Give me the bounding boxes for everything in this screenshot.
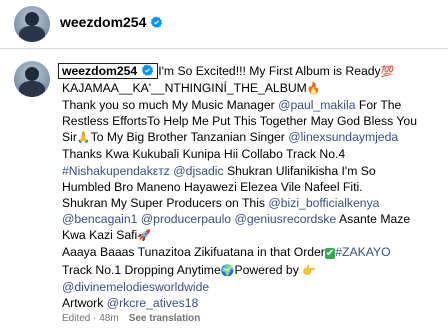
caption-line-14: Artwork @rkcre_atives18 — [62, 295, 442, 311]
caption-fragment: Restless EffortsTo Help Me Put This Toge… — [62, 114, 417, 129]
post-author: weezdom254 — [60, 14, 163, 30]
caption-fragment: Kwa Kazi Safi — [62, 227, 138, 242]
caption-fragment: Aaaya Baaas Tunazitoa Zikifuatana in tha… — [62, 245, 325, 260]
emoji-icon: 🚀 — [137, 228, 151, 242]
emoji-icon: ✔ — [324, 248, 336, 260]
caption-line-11: Aaaya Baaas Tunazitoa Zikifuatana in tha… — [62, 244, 442, 262]
caption-fragment: Track No.1 Dropping Anytime — [62, 263, 221, 278]
emoji-icon: 🌍 — [220, 264, 235, 278]
emoji-icon: 👉 — [302, 264, 316, 278]
caption-line-8: Shukran My Super Producers on This @bizi… — [62, 195, 442, 211]
mention-link[interactable]: @rkcre_atives18 — [107, 296, 199, 310]
caption-comment: weezdom254 I'm So Excited!!! My First Alb… — [0, 49, 448, 328]
caption-fragment: Artwork — [62, 296, 107, 311]
avatar[interactable] — [14, 61, 50, 97]
avatar[interactable] — [14, 6, 50, 42]
emoji-icon: 🙏 — [76, 131, 91, 145]
caption-fragment: Thanks Kwa Kukubali Kunipa Hii Collabo T… — [62, 147, 346, 162]
caption-fragment: Powered by — [234, 263, 303, 278]
caption-line-13: @divinemelodiesworldwide — [62, 279, 442, 295]
mention-link[interactable]: @bizi_bofficialkenya — [268, 196, 379, 210]
caption-fragment: Asante Maze — [336, 211, 411, 226]
emoji-icon: 💯 — [380, 65, 395, 78]
mention-link[interactable]: @bencagain1 — [62, 212, 137, 226]
caption-fragment: Thank you so much My Music Manager — [62, 98, 279, 113]
mention-link[interactable]: @geniusrecordske — [234, 212, 336, 226]
post-header: weezdom254 — [0, 0, 448, 48]
emoji-icon: 🔥 — [306, 82, 321, 96]
caption-line-1: KAJAMAA__KA'__NTHINGINÍ_THE_ALBUM🔥 — [62, 80, 442, 97]
caption-fragment: I'm So Excited!!! My First Album is Read… — [158, 64, 381, 78]
verified-badge-icon — [142, 64, 154, 76]
caption-line-3: Restless EffortsTo Help Me Put This Toge… — [62, 113, 442, 129]
caption-line-9: @bencagain1 @producerpaulo @geniusrecord… — [62, 211, 442, 227]
caption-fragment: Sir — [62, 130, 77, 145]
caption-line-0: weezdom254 I'm So Excited!!! My First Alb… — [58, 63, 442, 80]
username-link[interactable]: weezdom254 — [60, 14, 146, 30]
mention-link[interactable]: @djsadic — [173, 164, 223, 178]
caption-fragment: Shukran Ulifanikisha I'm So — [223, 163, 376, 178]
mention-link[interactable]: @producerpaulo — [141, 212, 231, 226]
mention-link[interactable]: @linexsundaymjeda — [288, 130, 398, 144]
hashtag-link[interactable]: #ZAKAYO — [335, 245, 390, 259]
caption-fragment: For The — [355, 98, 402, 113]
caption-fragment: To My Big Brother Tanzanian Singer — [90, 130, 289, 145]
caption-username[interactable]: weezdom254 — [58, 63, 159, 79]
hashtag-link[interactable]: #Nishakupendakεтz — [62, 164, 170, 178]
comment-meta: Edited · 48m See translation — [62, 313, 200, 324]
caption-line-5: Thanks Kwa Kukubali Kunipa Hii Collabo T… — [62, 146, 442, 162]
caption-fragment: Shukran My Super Producers on This — [62, 195, 269, 210]
caption-fragment: Humbled Bro Maneno Hayawezi Elezea Vile … — [62, 179, 363, 194]
caption-line-2: Thank you so much My Music Manager @paul… — [62, 97, 442, 113]
caption-line-7: Humbled Bro Maneno Hayawezi Elezea Vile … — [62, 179, 442, 195]
caption-line-10: Kwa Kazi Safi🚀 — [62, 227, 442, 244]
caption-line-6: #Nishakupendakεтz @djsadic Shukran Ulifa… — [62, 163, 442, 179]
verified-badge-icon — [151, 16, 163, 28]
mention-link[interactable]: @divinemelodiesworldwide — [62, 280, 209, 294]
caption-fragment: KAJAMAA__KA'__NTHINGINÍ_THE_ALBUM — [62, 81, 307, 96]
caption-line-4: Sir🙏To My Big Brother Tanzanian Singer @… — [62, 129, 442, 146]
caption-text: weezdom254 I'm So Excited!!! My First Alb… — [58, 63, 442, 311]
caption-line-12: Track No.1 Dropping Anytime🌍Powered by 👉 — [62, 262, 442, 279]
see-translation-button[interactable]: See translation — [129, 313, 201, 324]
mention-link[interactable]: @paul_makila — [278, 98, 355, 112]
edited-timestamp: Edited · 48m — [62, 313, 119, 324]
